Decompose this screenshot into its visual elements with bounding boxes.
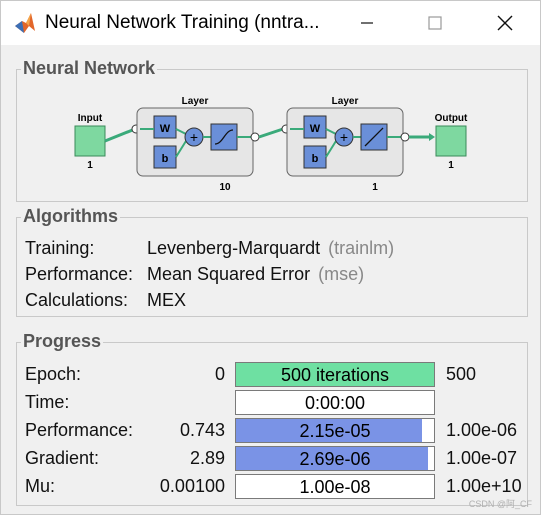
- layer2-output-junction: [400, 132, 410, 142]
- network-diagram: Input 1 Layer W b + 10 Layer W b + 1 Out…: [74, 96, 468, 193]
- progress-text: 0:00:00: [304, 393, 366, 413]
- progress-min: 0.743: [179, 420, 225, 440]
- progress-row-mu: Mu: 0.00100 1.00e-08 1.00e+10: [25, 474, 525, 500]
- close-button[interactable]: [475, 1, 535, 45]
- algorithm-value: Levenberg-Marquardt (trainlm): [147, 238, 394, 259]
- input-node: [74, 125, 106, 157]
- layer-connection: [258, 127, 284, 139]
- progress-row-gradient: Gradient: 2.89 2.69e-06 1.00e-07: [25, 446, 525, 472]
- algorithm-name: Mean Squared Error: [147, 264, 311, 284]
- algorithm-code: (mse): [318, 264, 365, 284]
- neural-network-panel: Neural Network Input 1 Layer W b + 10 La…: [16, 58, 528, 202]
- progress-bar: 2.69e-06: [235, 446, 435, 471]
- algorithm-label: Training:: [25, 238, 95, 258]
- layer2-sum-symbol: +: [340, 129, 348, 145]
- algorithm-label: Performance:: [25, 264, 134, 284]
- layer1-output-junction: [250, 132, 260, 142]
- progress-row-epoch: Epoch: 0 500 iterations 500: [25, 362, 525, 388]
- output-arrow-icon: [429, 133, 435, 141]
- progress-label: Gradient:: [25, 448, 100, 468]
- layer1-sum-symbol: +: [190, 129, 198, 145]
- progress-text: 2.15e-05: [299, 421, 371, 441]
- algorithm-label: Calculations:: [25, 290, 129, 310]
- minimize-icon: [361, 22, 373, 24]
- layer2-size: 1: [372, 182, 378, 193]
- progress-row-time: Time: 0:00:00: [25, 390, 525, 416]
- progress-bar: 500 iterations: [235, 362, 435, 387]
- input-connection: [104, 127, 136, 143]
- progress-label: Mu:: [25, 476, 56, 496]
- progress-label: Time:: [25, 392, 70, 412]
- algorithms-panel: Algorithms Training: Levenberg-Marquardt…: [16, 206, 528, 317]
- progress-bar: 1.00e-08: [235, 474, 435, 499]
- layer2-label: Layer: [332, 96, 359, 107]
- algorithm-name: MEX: [147, 290, 187, 310]
- progress-text: 2.69e-06: [299, 449, 371, 469]
- window-title: Neural Network Training (nntra...: [45, 12, 320, 33]
- progress-text: 500 iterations: [280, 365, 390, 385]
- progress-title: Progress: [21, 331, 104, 352]
- output-size: 1: [448, 160, 454, 171]
- layer2-bias-label: b: [312, 153, 319, 165]
- layer2-weight-label: W: [310, 123, 321, 135]
- progress-min: 2.89: [189, 448, 225, 468]
- output-label: Output: [435, 113, 468, 124]
- input-size: 1: [87, 160, 93, 171]
- progress-max: 1.00e-06: [446, 420, 518, 440]
- close-icon: [497, 15, 513, 31]
- title-bar[interactable]: Neural Network Training (nntra...: [1, 1, 540, 45]
- progress-label: Epoch:: [25, 364, 82, 384]
- layer1-size: 10: [219, 182, 231, 193]
- progress-max: 1.00e-07: [446, 448, 518, 468]
- layer1-weight-label: W: [160, 123, 171, 135]
- matlab-logo-icon: [15, 13, 35, 33]
- progress-min: 0.00100: [159, 476, 225, 496]
- nntraintool-window: Neural Network Training (nntra... Neural…: [0, 0, 541, 515]
- minimize-button[interactable]: [337, 1, 397, 45]
- progress-panel: Progress Epoch: 0 500 iterations 500 Tim…: [16, 331, 528, 506]
- output-node: [435, 125, 467, 157]
- algorithm-code: (trainlm): [328, 238, 395, 258]
- maximize-button[interactable]: [405, 1, 465, 45]
- neural-network-title: Neural Network: [21, 58, 158, 79]
- watermark: CSDN @阿_CF: [468, 499, 532, 509]
- progress-max: 1.00e+10: [446, 476, 522, 496]
- progress-text: 1.00e-08: [299, 477, 371, 497]
- algorithms-title: Algorithms: [21, 206, 121, 227]
- progress-bar: 0:00:00: [235, 390, 435, 415]
- layer1-label: Layer: [182, 96, 209, 107]
- maximize-icon: [428, 16, 442, 30]
- progress-bar: 2.15e-05: [235, 418, 435, 443]
- progress-min: 0: [214, 364, 225, 384]
- layer1-bias-label: b: [162, 153, 169, 165]
- progress-max: 500: [446, 364, 477, 384]
- progress-row-performance: Performance: 0.743 2.15e-05 1.00e-06: [25, 418, 525, 444]
- algorithm-name: Levenberg-Marquardt: [147, 238, 321, 258]
- input-label: Input: [78, 113, 103, 124]
- algorithm-value: Mean Squared Error (mse): [147, 264, 364, 285]
- algorithm-value: MEX: [147, 290, 186, 311]
